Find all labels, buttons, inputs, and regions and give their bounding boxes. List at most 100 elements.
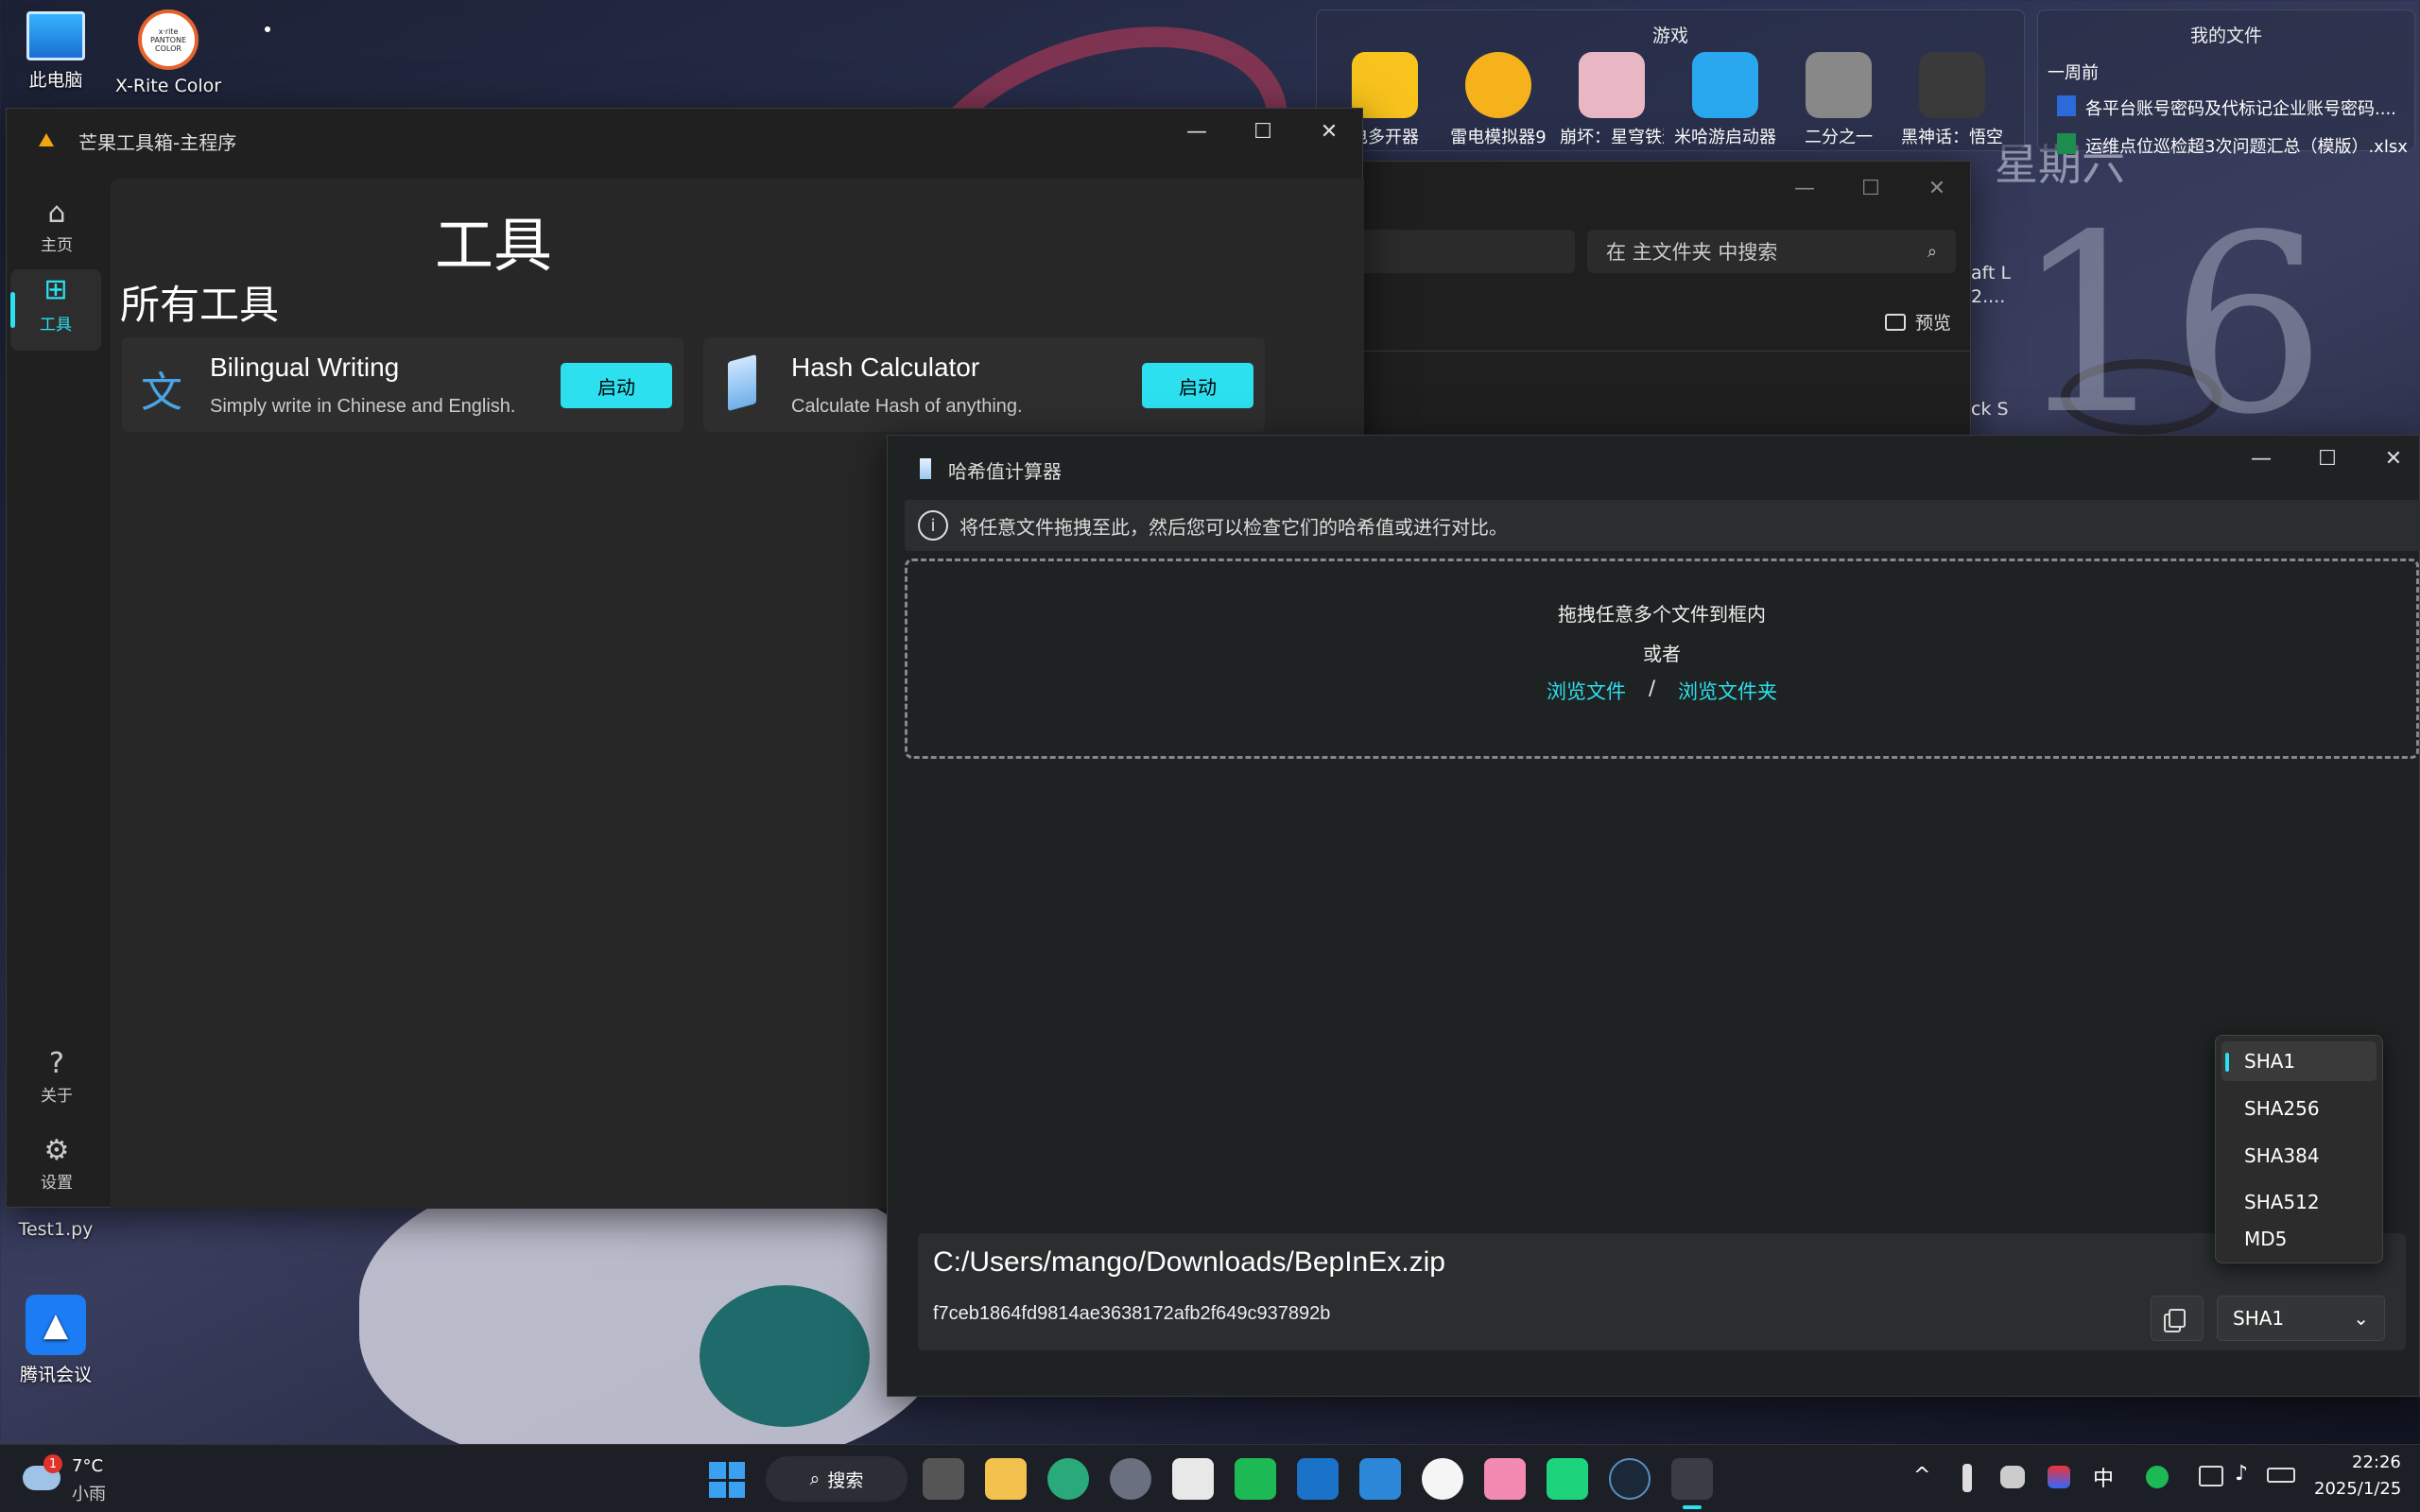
nav-item-home[interactable]: ⌂ 主页 xyxy=(12,196,101,271)
task-view-icon[interactable] xyxy=(923,1458,964,1500)
game-icon-ldplayer[interactable]: 雷电模拟器9 xyxy=(1446,52,1550,148)
steam-icon[interactable] xyxy=(1609,1458,1651,1500)
window-title: 哈希值计算器 xyxy=(948,460,1062,483)
file-item[interactable]: 运维点位巡检超3次问题汇总（模版）.xlsx xyxy=(2057,133,2414,158)
desktop-icon-label: 此电脑 xyxy=(28,70,83,91)
desktop-icon-this-pc[interactable]: 此电脑 xyxy=(0,11,117,92)
settings-icon[interactable] xyxy=(1110,1458,1151,1500)
browse-folder-link[interactable]: 浏览文件夹 xyxy=(1678,677,1777,705)
pycharm-icon[interactable] xyxy=(1547,1458,1588,1500)
clock-date[interactable]: 2025/1/25 xyxy=(2314,1479,2401,1499)
nav-item-tools[interactable]: ⊞ 工具 xyxy=(10,269,101,351)
weather-widget[interactable]: 1 7°C 小雨 xyxy=(23,1452,127,1505)
search-box[interactable]: 在 主文件夹 中搜索 ⌕ xyxy=(1587,230,1956,273)
minimize-icon[interactable]: — xyxy=(1164,109,1230,154)
nav-item-settings[interactable]: ⚙ 设置 xyxy=(12,1133,101,1209)
tray-icon[interactable] xyxy=(2048,1466,2070,1488)
nav-item-about[interactable]: ? 关于 xyxy=(12,1046,101,1122)
close-icon[interactable]: ✕ xyxy=(2360,436,2420,481)
search-input[interactable]: 在 主文件夹 中搜索 xyxy=(1606,237,1927,266)
qq-icon[interactable] xyxy=(1422,1458,1463,1500)
minimize-icon[interactable]: — xyxy=(1772,165,1838,211)
battery-icon[interactable] xyxy=(2267,1468,2295,1483)
copy-button[interactable] xyxy=(2151,1296,2204,1341)
dropdown-option[interactable]: MD5 xyxy=(2221,1219,2377,1259)
files-section-label: 一周前 xyxy=(2048,63,2099,83)
maximize-icon[interactable]: ☐ xyxy=(1838,165,1904,211)
minimize-icon[interactable]: — xyxy=(2228,436,2294,481)
info-text: 将任意文件拖拽至此，然后您可以检查它们的哈希值或进行对比。 xyxy=(959,515,1508,539)
edge-icon[interactable] xyxy=(1047,1458,1089,1500)
or-text: 或者 xyxy=(1643,643,1681,665)
dropdown-option[interactable]: SHA256 xyxy=(2221,1089,2377,1128)
windows-logo-icon xyxy=(709,1462,726,1479)
dropdown-option[interactable]: SHA1 xyxy=(2221,1041,2377,1081)
drop-zone[interactable]: 拖拽任意多个文件到框内 或者 浏览文件 / 浏览文件夹 xyxy=(905,558,2419,759)
tool-description: Simply write in Chinese and English. xyxy=(210,396,516,417)
dropdown-option[interactable]: SHA512 xyxy=(2221,1182,2377,1222)
preview-button[interactable]: 预览 xyxy=(1884,309,1951,335)
tray-icon[interactable] xyxy=(2146,1466,2169,1488)
desktop-peek-text: 2.... xyxy=(1971,286,2006,307)
game-icon-half[interactable]: 二分之一 xyxy=(1787,52,1891,148)
desktop-icon-label: 腾讯会议 xyxy=(19,1365,92,1385)
clock-time[interactable]: 22:26 xyxy=(2352,1452,2401,1472)
launch-button[interactable]: 启动 xyxy=(561,363,672,408)
algorithm-selected: SHA1 xyxy=(2233,1307,2285,1330)
desktop-icon-tencent-meeting[interactable]: ▲ 腾讯会议 xyxy=(0,1295,117,1386)
game-icon-star-rail[interactable]: 崩坏：星穹铁道 xyxy=(1560,52,1664,148)
nav-label: 关于 xyxy=(41,1087,73,1106)
tray-icon[interactable] xyxy=(1962,1464,1972,1492)
page-title: 工具 xyxy=(434,211,552,280)
gear-icon: ⚙ xyxy=(43,1134,70,1167)
active-app-indicator xyxy=(1683,1505,1702,1509)
tool-card-bilingual[interactable]: 文 Bilingual Writing Simply write in Chin… xyxy=(122,337,683,432)
close-icon[interactable]: ✕ xyxy=(1904,165,1970,211)
maximize-icon[interactable]: ☐ xyxy=(2294,436,2360,481)
outlook-icon[interactable] xyxy=(1297,1458,1339,1500)
word-icon xyxy=(2057,95,2076,116)
desktop-icon-xrite[interactable]: x·rite PANTONE COLOR X-Rite Color xyxy=(107,9,230,96)
maximize-icon[interactable]: ☐ xyxy=(1230,109,1296,154)
network-icon[interactable] xyxy=(2199,1466,2223,1486)
info-bar: i 将任意文件拖拽至此，然后您可以检查它们的哈希值或进行对比。 xyxy=(905,500,2420,551)
game-app-icon xyxy=(1919,52,1985,118)
tencent-meeting-icon: ▲ xyxy=(26,1295,86,1355)
wechat-icon[interactable] xyxy=(1235,1458,1276,1500)
games-widget-title: 游戏 xyxy=(1651,26,1688,46)
desktop-icon-test1-py[interactable]: Test1.py xyxy=(0,1219,117,1240)
ime-indicator[interactable]: 中 xyxy=(2093,1462,2114,1492)
dropdown-option[interactable]: SHA384 xyxy=(2221,1136,2377,1176)
option-label: MD5 xyxy=(2244,1228,2288,1250)
bilibili-icon[interactable] xyxy=(1484,1458,1526,1500)
start-button[interactable] xyxy=(709,1462,745,1498)
close-icon[interactable]: ✕ xyxy=(1296,109,1362,154)
game-app-icon xyxy=(1806,52,1872,118)
nav-label: 设置 xyxy=(41,1174,73,1193)
desktop-peek-text: aft L xyxy=(1971,263,2012,284)
launch-button[interactable]: 启动 xyxy=(1142,363,1253,408)
copy-icon xyxy=(2169,1309,2186,1328)
store-icon[interactable] xyxy=(1172,1458,1214,1500)
tray-icon[interactable] xyxy=(2000,1466,2025,1488)
nav-active-indicator xyxy=(10,292,15,328)
game-app-icon xyxy=(1692,52,1758,118)
app-icon[interactable] xyxy=(1359,1458,1401,1500)
selected-indicator xyxy=(2225,1053,2229,1072)
volume-icon[interactable]: ♪ xyxy=(2235,1462,2248,1486)
search-icon: ⌕ xyxy=(809,1469,821,1489)
weather-badge: 1 xyxy=(43,1454,62,1473)
game-icon-black-myth[interactable]: 黑神话：悟空 xyxy=(1900,52,2004,148)
game-icon-mihoyo-launcher[interactable]: 米哈游启动器 xyxy=(1673,52,1777,148)
file-item[interactable]: 各平台账号密码及代标记企业账号密码.... xyxy=(2057,95,2414,120)
window-controls: — ☐ ✕ xyxy=(1164,109,1362,154)
help-icon: ? xyxy=(49,1047,64,1080)
file-explorer-icon[interactable] xyxy=(985,1458,1027,1500)
algorithm-select[interactable]: SHA1 ⌄ xyxy=(2217,1296,2385,1341)
file-name: 各平台账号密码及代标记企业账号密码.... xyxy=(2085,99,2396,119)
tool-card-hash[interactable]: Hash Calculator Calculate Hash of anythi… xyxy=(703,337,1265,432)
mango-toolbox-taskbar-icon[interactable] xyxy=(1671,1458,1713,1500)
tray-chevron-icon[interactable]: ^ xyxy=(1913,1464,1930,1487)
taskbar-search[interactable]: ⌕ 搜索 xyxy=(766,1456,908,1502)
browse-file-link[interactable]: 浏览文件 xyxy=(1547,677,1626,705)
